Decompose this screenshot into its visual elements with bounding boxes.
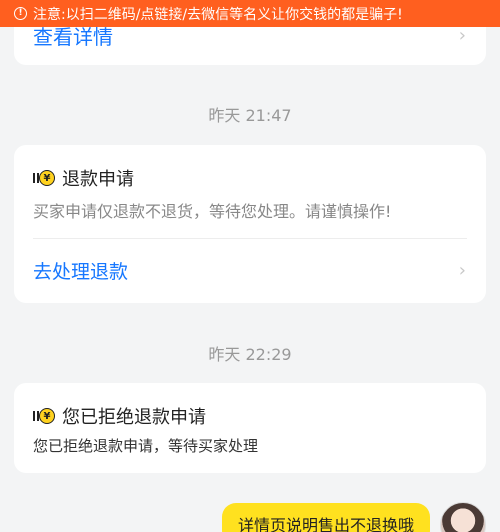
warning-banner: ! 注意:以扫二维码/点链接/去微信等名义让你交钱的都是骗子! <box>0 0 500 27</box>
timestamp: 昨天 21:47 <box>208 106 292 125</box>
chevron-right-icon: › <box>458 259 466 281</box>
process-refund-link[interactable]: 去处理退款 › <box>33 255 466 285</box>
refund-title-text: 退款申请 <box>62 169 134 190</box>
warning-text: 注意:以扫二维码/点链接/去微信等名义让你交钱的都是骗子! <box>33 6 403 23</box>
user-avatar[interactable] <box>440 502 486 532</box>
refund-rejected-card: ¥ 您已拒绝退款申请 您已拒绝退款申请，等待买家处理 <box>14 383 486 473</box>
process-refund-label: 去处理退款 <box>33 260 129 283</box>
rejected-title: ¥ 您已拒绝退款申请 <box>33 403 206 429</box>
rejected-title-text: 您已拒绝退款申请 <box>62 407 206 428</box>
refund-description: 买家申请仅退款不退货，等待您处理。请谨慎操作! <box>33 202 392 221</box>
refund-request-card: ¥ 退款申请 买家申请仅退款不退货，等待您处理。请谨慎操作! 去处理退款 › <box>14 145 486 303</box>
chevron-right-icon: › <box>458 24 466 46</box>
yen-coin-icon: ¥ <box>33 169 55 187</box>
divider <box>33 238 467 239</box>
info-circle-icon: ! <box>14 7 27 20</box>
yen-coin-icon: ¥ <box>33 407 55 425</box>
refund-title: ¥ 退款申请 <box>33 165 134 191</box>
rejected-description: 您已拒绝退款申请，等待买家处理 <box>33 437 259 455</box>
outgoing-message-bubble[interactable]: 详情页说明售出不退换哦 <box>221 503 430 532</box>
timestamp: 昨天 22:29 <box>208 345 292 364</box>
